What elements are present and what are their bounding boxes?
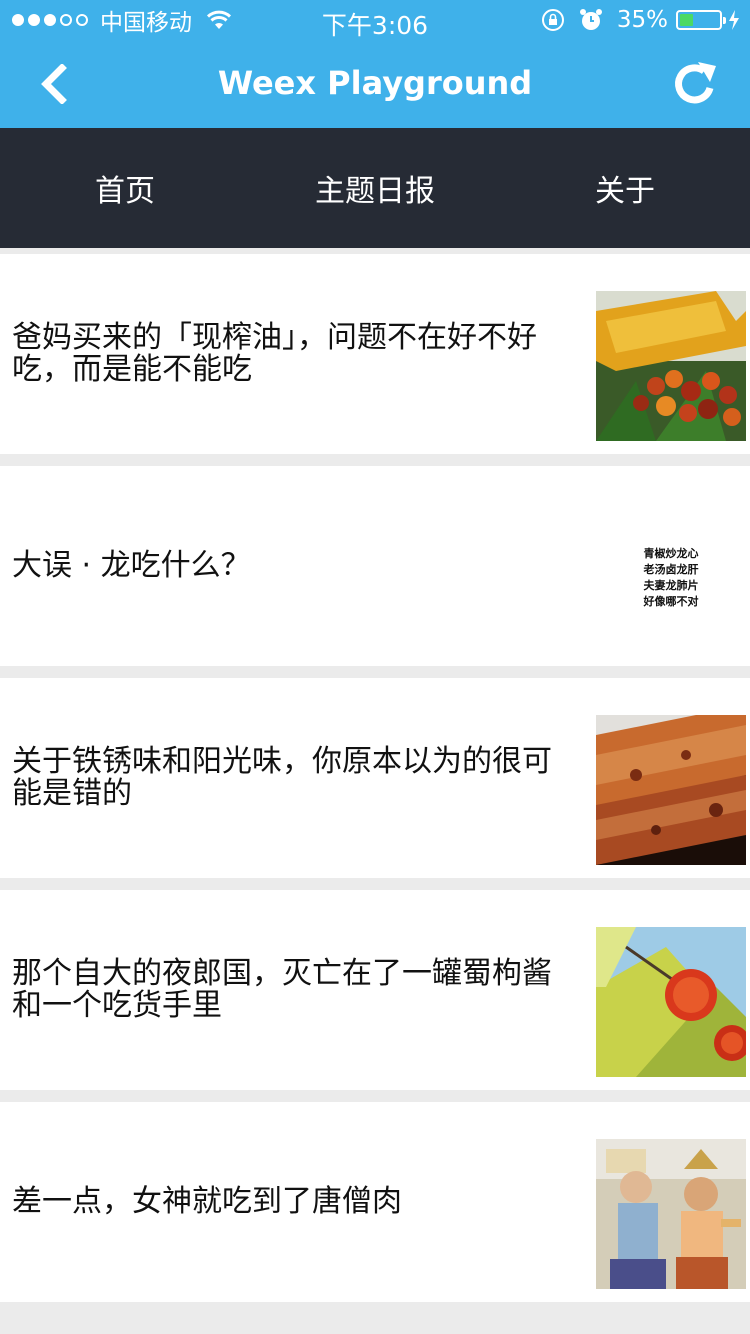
article-thumbnail: 青椒炒龙心 老汤卤龙肝 夫妻龙肺片 好像哪不对 — [596, 503, 746, 653]
navigation-bar: Weex Playground — [0, 40, 750, 128]
article-thumbnail — [596, 927, 746, 1077]
list-item[interactable]: 爸妈买来的「现榨油」，问题不在好不好吃，而是能不能吃 — [0, 254, 750, 454]
list-item[interactable]: 大误 · 龙吃什么？ 青椒炒龙心 老汤卤龙肝 夫妻龙肺片 好像哪不对 — [0, 466, 750, 666]
article-title: 爸妈买来的「现榨油」，问题不在好不好吃，而是能不能吃 — [12, 320, 537, 387]
alarm-icon — [579, 9, 602, 30]
tab-about[interactable]: 关于 — [500, 128, 750, 248]
thumbnail-text-image: 青椒炒龙心 老汤卤龙肝 夫妻龙肺片 好像哪不对 — [596, 503, 746, 653]
refresh-icon — [675, 62, 716, 104]
battery-level-fill — [680, 14, 693, 26]
battery-icon — [676, 10, 726, 30]
thumbnail-text-line: 夫妻龙肺片 — [643, 579, 699, 592]
rusty-pipe-image — [596, 715, 746, 865]
rotation-lock-icon — [541, 9, 564, 31]
article-title: 大误 · 龙吃什么？ — [12, 548, 251, 583]
article-title: 那个自大的夜郎国，灭亡在了一罐蜀枸酱和一个吃货手里 — [12, 956, 552, 1023]
list-item[interactable]: 关于铁锈味和阳光味，你原本以为的很可能是错的 — [0, 678, 750, 878]
article-thumbnail — [596, 1139, 746, 1289]
thumbnail-text-line: 青椒炒龙心 — [643, 547, 699, 560]
article-thumbnail — [596, 715, 746, 865]
status-right: 35% — [541, 6, 740, 34]
page-title: Weex Playground — [217, 64, 533, 102]
article-list: 爸妈买来的「现榨油」，问题不在好不好吃，而是能不能吃 大误 · 龙吃什么？ 青椒… — [0, 254, 750, 1314]
list-item[interactable]: 那个自大的夜郎国，灭亡在了一罐蜀枸酱和一个吃货手里 — [0, 890, 750, 1090]
thumbnail-text-line: 好像哪不对 — [643, 595, 699, 608]
status-bar: 中国移动 下午3:06 35% — [0, 0, 750, 40]
article-thumbnail — [596, 291, 746, 441]
tab-home[interactable]: 首页 — [0, 128, 250, 248]
thumbnail-text-line: 老汤卤龙肝 — [643, 563, 699, 576]
tab-bar: 首页 主题日报 关于 — [0, 128, 750, 248]
refresh-button[interactable] — [668, 56, 724, 112]
costumed-couple-image — [596, 1139, 746, 1289]
list-item[interactable]: 差一点，女神就吃到了唐僧肉 — [0, 1102, 750, 1302]
article-title: 关于铁锈味和阳光味，你原本以为的很可能是错的 — [12, 744, 552, 811]
oil-bottle-palm-fruit-image — [596, 291, 746, 441]
article-title: 差一点，女神就吃到了唐僧肉 — [12, 1184, 402, 1219]
battery-percent: 35% — [616, 7, 668, 33]
red-berries-leaf-image — [596, 927, 746, 1077]
charging-bolt-icon — [729, 10, 739, 30]
tab-theme-daily[interactable]: 主题日报 — [250, 128, 500, 248]
